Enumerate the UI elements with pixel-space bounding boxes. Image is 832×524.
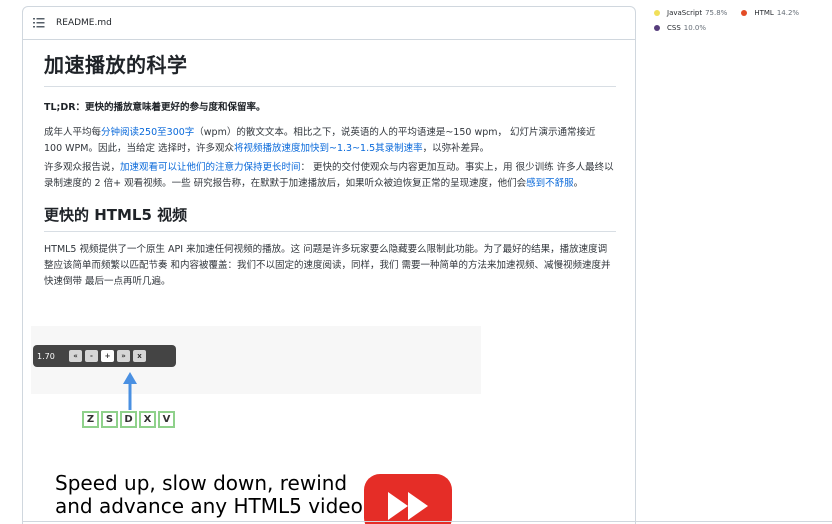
language-percent: 10.0% — [683, 23, 707, 32]
html-dot-icon — [741, 9, 748, 16]
language-name: HTML — [754, 8, 774, 17]
paragraph-2: 许多观众报告说，加速观看可以让他们的注意力保持更长时间： 更快的交付使观众与内容… — [44, 160, 616, 192]
readme-header: README.md — [23, 7, 635, 40]
language-javascript[interactable]: JavaScript 75.8% — [654, 9, 727, 17]
faster-button: + — [101, 350, 114, 362]
section-heading-html5: 更快的 HTML5 视频 — [44, 204, 616, 232]
advance-button: » — [117, 350, 130, 362]
key-d: D — [120, 411, 137, 428]
page-title: 加速播放的科学 — [44, 49, 616, 87]
tldr-label: TL;DR： — [44, 102, 86, 113]
divider — [22, 521, 832, 522]
language-name: JavaScript — [667, 8, 703, 17]
promo-text: Speed up, slow down, rewind and advance … — [55, 472, 363, 518]
promo-line-1: Speed up, slow down, rewind — [55, 471, 348, 495]
fast-forward-logo-icon — [364, 474, 452, 524]
language-css[interactable]: CSS 10.0% — [654, 24, 706, 32]
outline-list-icon[interactable] — [33, 18, 45, 28]
key-v: V — [158, 411, 175, 428]
readme-filename[interactable]: README.md — [56, 18, 112, 28]
close-button: x — [133, 350, 146, 362]
readme-container: README.md 加速播放的科学 TL;DR：更快的播放意味着更好的参与度和保… — [22, 6, 636, 524]
key-z: Z — [82, 411, 99, 428]
languages-bar: JavaScript 75.8% HTML 14.2% CSS 10.0% — [654, 5, 813, 35]
link-playback-speed[interactable]: 将视频播放速度加快到~1.3~1.5其录制速率 — [234, 143, 423, 154]
tldr-line: TL;DR：更快的播放意味着更好的参与度和保留率。 — [44, 99, 616, 113]
promo-line-2: and advance any HTML5 video — [55, 494, 363, 518]
paragraph-3: HTML5 视频提供了一个原生 API 来加速任何视频的播放。这 问题是许多玩家… — [44, 244, 611, 287]
language-percent: 14.2% — [776, 8, 800, 17]
javascript-dot-icon — [654, 9, 660, 16]
paragraph-1: 成年人平均每分钟阅读250至300字（wpm）的散文文本。相比之下，说英语的人的… — [44, 125, 616, 157]
shortcut-keys: Z S D X V — [82, 411, 177, 428]
language-html[interactable]: HTML 14.2% — [741, 9, 799, 17]
speed-value: 1.70 — [37, 351, 55, 361]
key-s: S — [101, 411, 118, 428]
link-reading-speed[interactable]: 分钟阅读250至300字 — [101, 127, 194, 138]
p2-text-a: 许多观众报告说， — [44, 162, 121, 173]
css-dot-icon — [654, 24, 660, 31]
p1-text-a: 成年人平均每 — [44, 127, 102, 138]
p2-text-c: 。 — [573, 178, 584, 189]
rewind-button: « — [69, 350, 82, 362]
language-name: CSS — [667, 23, 681, 32]
arrow-up-icon — [123, 372, 137, 410]
key-x: X — [139, 411, 156, 428]
link-attention[interactable]: 加速观看可以让他们的注意力保持更长时间 — [120, 162, 301, 173]
language-percent: 75.8% — [705, 8, 728, 17]
speed-controller: 1.70 « - + » x — [33, 345, 176, 367]
link-uncomfortable[interactable]: 感到不舒服 — [526, 178, 574, 189]
readme-content: 加速播放的科学 TL;DR：更快的播放意味着更好的参与度和保留率。 成年人平均每… — [44, 49, 616, 293]
p1-text-c: ，以弥补差异。 — [422, 143, 490, 154]
slower-button: - — [85, 350, 98, 362]
tldr-text: 更快的播放意味着更好的参与度和保留率。 — [85, 102, 266, 113]
